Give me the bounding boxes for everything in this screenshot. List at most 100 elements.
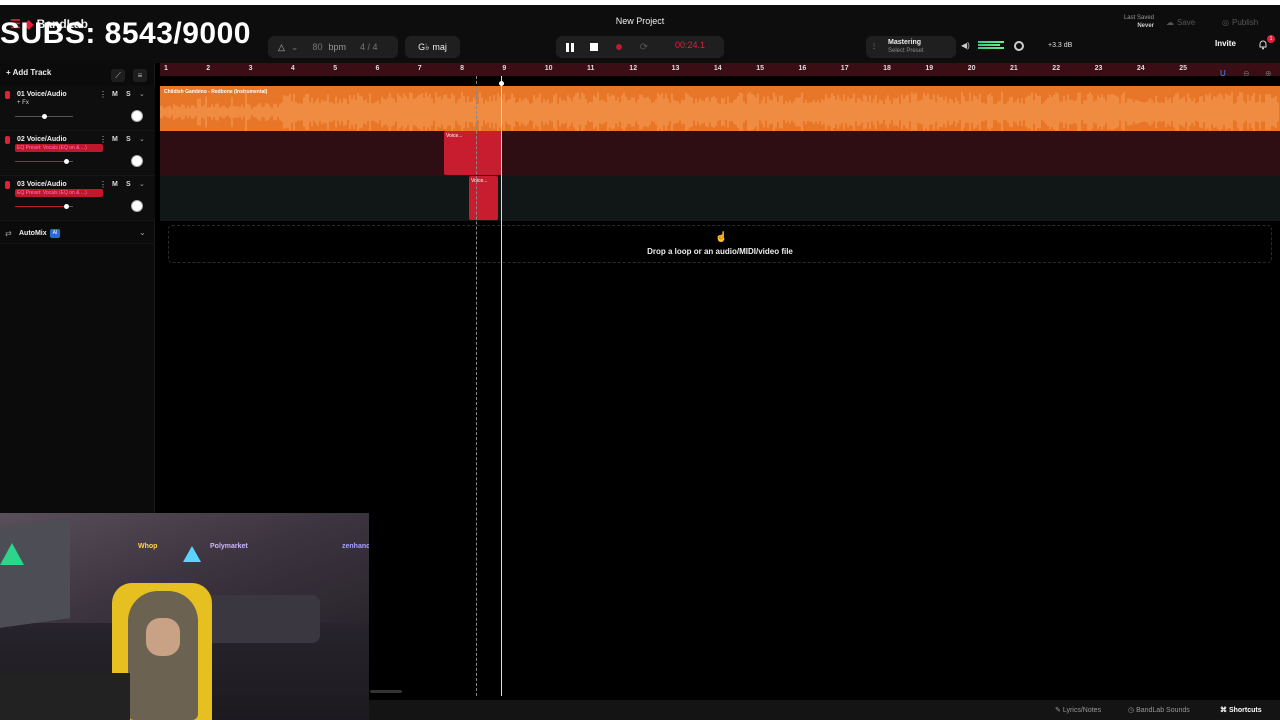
metronome-icon[interactable]: △ [278, 42, 285, 53]
pan-knob[interactable] [131, 110, 143, 122]
fx-preset-chip[interactable]: EQ Preset: Vocals (EQ on & ...) [15, 189, 103, 197]
ruler-bar-number: 9 [502, 65, 507, 72]
subs-counter-overlay: SUBS: 8543/9000 [0, 17, 251, 50]
mastering-button[interactable]: ⫶ Mastering Select Preset [866, 36, 956, 58]
record-button[interactable] [609, 37, 629, 57]
publish-button[interactable]: ◎ Publish [1222, 14, 1258, 30]
edit-cursor-line [476, 76, 477, 696]
audio-waveform [160, 92, 1279, 131]
last-saved-value: Never [1137, 23, 1154, 29]
fx-preset-chip[interactable]: EQ Preset: Vocals (EQ on & ...) [15, 144, 103, 152]
drop-zone[interactable] [168, 225, 1272, 263]
automix-icon: ⇄ [5, 229, 12, 238]
loop-button[interactable]: ⟳ [634, 37, 654, 57]
ruler-bar-number: 14 [713, 65, 722, 72]
hand-cursor-icon: ☝ [715, 232, 728, 243]
pan-knob[interactable] [131, 200, 143, 212]
pencil-icon: ⟋ [115, 71, 121, 80]
mic-icon [5, 181, 10, 189]
snap-magnet-icon[interactable]: U [1220, 69, 1226, 78]
playhead-marker[interactable] [499, 81, 504, 86]
volume-slider-thumb[interactable] [64, 159, 69, 164]
master-volume-db: +3.3 dB [1048, 42, 1073, 49]
volume-slider[interactable] [15, 204, 73, 209]
track-menu-icon[interactable]: ⋮ [99, 90, 107, 99]
automation-tool-button[interactable]: ⟋ [111, 69, 125, 82]
bpm-value[interactable]: 80 [312, 42, 322, 52]
volume-slider[interactable] [15, 159, 73, 164]
ruler-bar-number: 25 [1179, 65, 1187, 72]
sliders-icon: ⫶ [873, 42, 875, 51]
neon-sign-right: zenhancing [342, 543, 369, 550]
chevron-down-icon[interactable]: ⌄ [139, 228, 146, 237]
pan-knob[interactable] [131, 155, 143, 167]
audio-clip[interactable]: Voice... [469, 176, 498, 220]
track-header-1[interactable]: 01 Voice/Audio ⋮ M S ⌄ + Fx [0, 86, 155, 131]
track-name[interactable]: 01 Voice/Audio [17, 91, 67, 98]
bell-icon[interactable] [1258, 40, 1268, 50]
project-title[interactable]: New Project [540, 16, 740, 26]
volume-slider[interactable] [15, 114, 73, 119]
mic-icon [5, 136, 10, 144]
ruler-bar-number: 4 [290, 65, 295, 72]
automix-row[interactable]: ⇄ AutoMix AI ⌄ [0, 224, 155, 244]
webcam-face [146, 618, 180, 656]
webcam-desk [0, 673, 130, 720]
key-selector[interactable]: G♭ maj [405, 36, 460, 58]
time-signature[interactable]: 4 / 4 [360, 42, 378, 52]
track-settings-button[interactable]: ≡ [133, 69, 147, 82]
lyrics-label: Lyrics/Notes [1062, 707, 1102, 714]
speaker-icon[interactable]: ◀) [961, 41, 970, 50]
solo-button[interactable]: S [126, 136, 131, 143]
time-display: 00:24.1 [674, 40, 706, 50]
key-value: maj [432, 42, 447, 52]
track-lane-1[interactable] [160, 86, 1280, 131]
ruler-bar-number: 10 [544, 65, 553, 72]
audio-clip[interactable]: Voice... [444, 131, 502, 175]
horizontal-scrollbar[interactable] [370, 690, 402, 693]
add-track-button[interactable]: + Add Track [6, 68, 66, 82]
chevron-down-icon[interactable]: ⌄ [139, 90, 145, 98]
ruler-bar-number: 18 [883, 65, 891, 72]
add-fx-button[interactable]: + Fx [17, 100, 29, 106]
neon-triangle-mid [183, 546, 201, 562]
solo-button[interactable]: S [126, 181, 131, 188]
solo-button[interactable]: S [126, 91, 131, 98]
zoom-out-icon[interactable]: ⊖ [1243, 69, 1250, 78]
ruler-bar-number: 17 [840, 65, 849, 72]
save-button[interactable]: ☁ Save [1166, 14, 1195, 30]
mute-button[interactable]: M [112, 91, 118, 98]
track-header-2[interactable]: 02 Voice/Audio ⋮ M S ⌄ EQ Preset: Vocals… [0, 131, 155, 176]
master-volume-knob[interactable] [1014, 41, 1024, 51]
track-menu-icon[interactable]: ⋮ [99, 180, 107, 189]
mute-button[interactable]: M [112, 136, 118, 143]
invite-button[interactable]: Invite [1215, 39, 1236, 48]
ruler-bar-number: 8 [460, 65, 464, 72]
track-header-3[interactable]: 03 Voice/Audio ⋮ M S ⌄ EQ Preset: Vocals… [0, 176, 155, 221]
notification-badge: 1 [1267, 35, 1275, 43]
shortcuts-button[interactable]: ⌘ Shortcuts [1220, 706, 1262, 714]
mute-button[interactable]: M [112, 181, 118, 188]
publish-label: Publish [1231, 17, 1259, 27]
zoom-in-icon[interactable]: ⊕ [1265, 69, 1272, 78]
pause-button[interactable] [560, 37, 580, 57]
chevron-down-icon[interactable]: ⌄ [139, 135, 145, 143]
tempo-control[interactable]: △ ⌄ 80 bpm 4 / 4 [268, 36, 398, 58]
track-menu-icon[interactable]: ⋮ [99, 135, 107, 144]
track-lane-3[interactable]: Voice... [160, 176, 1280, 221]
track-name[interactable]: 02 Voice/Audio [17, 136, 67, 143]
track-name[interactable]: 03 Voice/Audio [17, 181, 67, 188]
ruler-bar-number: 1 [164, 65, 168, 72]
chevron-down-icon[interactable]: ⌄ [291, 42, 299, 53]
volume-slider-thumb[interactable] [64, 204, 69, 209]
settings-icon: ≡ [137, 71, 143, 80]
ruler-bar-number: 22 [1052, 65, 1061, 72]
chevron-down-icon[interactable]: ⌄ [139, 180, 145, 188]
stop-button[interactable] [584, 37, 604, 57]
playhead[interactable] [499, 76, 504, 696]
volume-slider-thumb[interactable] [42, 114, 47, 119]
timeline-ruler[interactable]: 1 2 3 4 5 6 7 8 9 10 11 12 13 14 15 16 17 18 19 20 21 22 23 24 2… [160, 63, 1280, 76]
lyrics-notes-button[interactable]: ✎ Lyrics/Notes [1055, 706, 1101, 714]
bandlab-sounds-button[interactable]: ◷ BandLab Sounds [1128, 706, 1190, 714]
track-lane-2[interactable]: Voice... [160, 131, 1280, 176]
